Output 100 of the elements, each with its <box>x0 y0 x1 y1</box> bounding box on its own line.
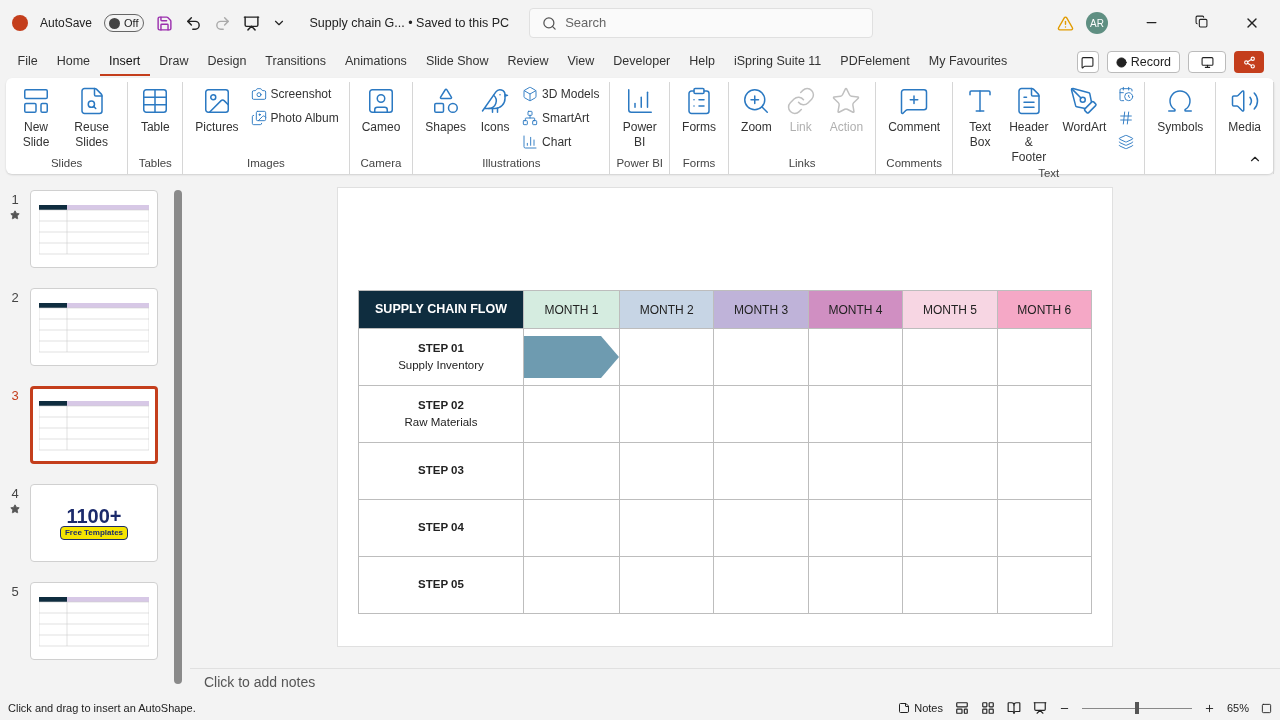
record-dot-icon <box>1115 56 1127 68</box>
table-header-cell: SUPPLY CHAIN FLOW <box>359 291 524 329</box>
zoom-percentage[interactable]: 65% <box>1226 699 1249 717</box>
ribbon-tab[interactable]: Transitions <box>255 48 336 76</box>
share-icon <box>1242 55 1256 69</box>
share-button[interactable] <box>1234 51 1264 73</box>
ribbon-button[interactable]: 3D Models <box>518 82 604 106</box>
ribbon-button[interactable]: Shapes <box>419 82 473 135</box>
save-icon[interactable] <box>155 14 173 32</box>
comment-plus-icon <box>899 86 930 116</box>
ribbon-tab[interactable]: Home <box>47 48 100 76</box>
app-logo-icon <box>12 15 28 31</box>
ribbon-tab[interactable]: Animations <box>335 48 417 76</box>
ribbon-button[interactable]: SmartArt <box>518 106 604 130</box>
month-header-cell: MONTH 5 <box>903 291 998 329</box>
ribbon-button[interactable]: Text Box <box>959 82 1002 150</box>
ribbon-button[interactable]: Pictures <box>189 82 245 135</box>
ribbon-tab[interactable]: My Favourites <box>919 48 1017 76</box>
ribbon-button[interactable]: Power BI <box>616 82 664 150</box>
notes-placeholder[interactable]: Click to add notes <box>204 672 316 693</box>
hash-icon <box>1118 110 1135 126</box>
presentation-icon[interactable] <box>242 14 260 32</box>
step-label: STEP 03 <box>418 463 464 479</box>
star-icon <box>831 86 862 116</box>
search-field[interactable]: Search <box>529 8 874 38</box>
ribbon-tab[interactable]: iSpring Suite 11 <box>724 48 831 76</box>
step-description: Raw Materials <box>404 415 478 430</box>
slideshow-icon[interactable] <box>1032 701 1047 715</box>
ribbon-button[interactable]: Symbols <box>1151 82 1210 135</box>
group-label: Power BI <box>616 155 664 171</box>
comments-button[interactable] <box>1076 51 1099 73</box>
slide-number: 3 <box>11 387 19 405</box>
search-input[interactable]: Search <box>565 13 861 33</box>
group-label: Illustrations <box>481 155 542 171</box>
ribbon-button[interactable]: Table <box>134 82 177 135</box>
network-icon <box>522 110 539 126</box>
ribbon-button[interactable]: Photo Album <box>246 106 343 130</box>
ribbon-button[interactable]: Reuse Slides <box>62 82 122 150</box>
group-label: Tables <box>137 155 173 171</box>
ribbon-tab[interactable]: File <box>8 48 48 76</box>
ribbon-button[interactable]: Screenshot <box>246 82 343 106</box>
slide-number: 2 <box>11 289 19 307</box>
arrow-bar[interactable] <box>524 336 619 378</box>
ribbon-tab[interactable]: Draw <box>149 48 198 76</box>
ribbon-tab[interactable]: Design <box>197 48 256 76</box>
ribbon-button[interactable]: Zoom <box>735 82 778 135</box>
reading-view-icon[interactable] <box>1006 701 1021 715</box>
month-header-cell: MONTH 1 <box>524 291 620 329</box>
group-label: Text <box>1037 166 1061 181</box>
ribbon-button[interactable]: Icons <box>474 82 517 135</box>
undo-icon[interactable] <box>184 14 202 32</box>
ribbon-button[interactable]: WordArt <box>1056 82 1113 135</box>
ribbon-tab[interactable]: Developer <box>603 48 680 76</box>
monitor-icon <box>1200 55 1214 69</box>
month-header-cell: MONTH 2 <box>620 291 715 329</box>
normal-view-icon[interactable] <box>954 701 969 715</box>
notes-button[interactable]: Notes <box>898 699 943 717</box>
zoom-slider[interactable] <box>1081 702 1192 714</box>
scrollbar[interactable] <box>174 190 182 684</box>
ribbon-tab[interactable]: Review <box>497 48 558 76</box>
ribbon-button[interactable]: New Slide <box>12 82 61 150</box>
teams-button[interactable] <box>1188 51 1226 73</box>
step-label: STEP 01 <box>418 340 464 356</box>
ribbon-button[interactable]: Header & Footer <box>1003 82 1055 165</box>
ribbon-tab[interactable]: PDFelement <box>830 48 920 76</box>
group-label: Links <box>787 155 817 171</box>
ribbon-tab[interactable]: View <box>557 48 604 76</box>
zoom-in-icon[interactable] <box>1203 702 1215 714</box>
group-label: Camera <box>359 155 403 171</box>
slide-thumbnail[interactable]: 1100+ Free Templates <box>30 484 158 562</box>
ribbon-tab[interactable]: Slide Show <box>416 48 498 76</box>
record-button[interactable]: Record <box>1106 51 1180 73</box>
document-title[interactable]: Supply chain G... • Saved to this PC <box>309 13 510 33</box>
ribbon-tab[interactable]: Insert <box>99 48 150 76</box>
search-icon <box>542 15 558 31</box>
layers-icon <box>1118 134 1135 150</box>
autosave-label: AutoSave <box>40 15 93 32</box>
ribbon-button[interactable]: Forms <box>676 82 723 135</box>
slide-number: 5 <box>11 583 19 601</box>
cube-icon <box>522 86 539 102</box>
ribbon-tab[interactable]: Help <box>679 48 725 76</box>
user-avatar[interactable]: AR <box>1086 12 1108 34</box>
zoom-thumb[interactable] <box>1134 702 1139 714</box>
ribbon-button[interactable]: Chart <box>518 130 604 154</box>
bar-chart-icon <box>522 134 539 150</box>
group-label: Slides <box>49 155 84 171</box>
fit-slide-icon[interactable] <box>1261 702 1272 714</box>
images-icon <box>250 110 267 126</box>
group-label: Images <box>246 155 286 171</box>
ribbon-button[interactable]: Cameo <box>355 82 407 135</box>
restore-icon[interactable] <box>1195 15 1208 28</box>
thumbnail-tagline: Free Templates <box>59 526 129 540</box>
ribbon-button[interactable]: Comment <box>882 82 947 135</box>
thumbnail-headline: 1100+ <box>66 506 122 526</box>
grid-view-icon[interactable] <box>980 701 995 715</box>
ribbon-button[interactable]: Media <box>1222 82 1267 135</box>
calendar-icon <box>1118 86 1135 102</box>
slide-thumbnail[interactable] <box>30 386 158 464</box>
comment-icon <box>1081 55 1095 69</box>
month-header-cell: MONTH 3 <box>714 291 809 329</box>
